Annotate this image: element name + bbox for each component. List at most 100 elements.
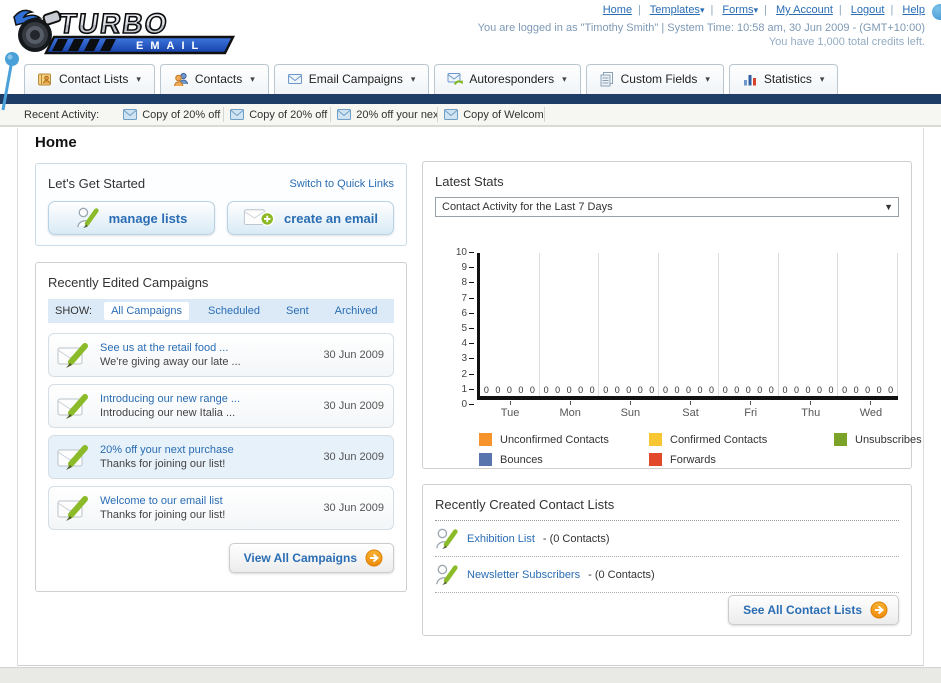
- legend-swatch: [649, 453, 662, 466]
- recent-activity-item[interactable]: Copy of Welcome to: [438, 107, 546, 122]
- top-nav-link[interactable]: Logout |: [851, 4, 900, 16]
- top-nav-link[interactable]: My Account |: [776, 4, 848, 16]
- main-tab[interactable]: Autoresponders ▾: [434, 64, 581, 94]
- session-line: You are logged in as "Timothy Smith" | S…: [477, 22, 925, 34]
- campaign-row[interactable]: 20% off your next purchase Thanks for jo…: [48, 435, 394, 479]
- recent-activity-item-label: Copy of Welcome to: [463, 108, 544, 121]
- top-nav-link-anchor[interactable]: Help: [902, 4, 925, 16]
- legend-label: Bounces: [500, 453, 543, 466]
- campaign-row[interactable]: Welcome to our email list Thanks for joi…: [48, 486, 394, 530]
- help-bubble-icon[interactable]: [932, 4, 941, 20]
- recent-activity-item-label: 20% off your next p: [356, 108, 439, 121]
- campaign-list: See us at the retail food ... We're givi…: [48, 333, 394, 530]
- turbo-email-logo: TURBO EMAIL: [8, 3, 240, 62]
- chart-zero-value-labels: 0 0 0 0 0: [722, 385, 774, 395]
- statistics-icon: [743, 75, 756, 86]
- create-email-button[interactable]: create an email: [227, 201, 394, 235]
- campaign-subtitle: Introducing our new Italia ...: [100, 407, 236, 419]
- view-all-campaigns-button[interactable]: View All Campaigns: [228, 543, 394, 573]
- contact-list-link[interactable]: Exhibition List: [467, 533, 535, 545]
- y-tick-label: 8: [461, 277, 467, 289]
- recent-activity-item[interactable]: 20% off your next p: [331, 107, 439, 122]
- x-tick-mark: [810, 401, 812, 405]
- x-axis-tick: Thu: [781, 400, 841, 419]
- legend-item: Confirmed Contacts: [649, 433, 834, 446]
- y-tick-mark: [469, 358, 474, 360]
- main-tab[interactable]: Contacts ▾: [159, 64, 269, 94]
- legend-item: Bounces: [479, 453, 649, 466]
- recent-activity-bar: Recent Activity: Copy of 20% off yo Copy…: [0, 104, 941, 127]
- x-tick-label: Sat: [682, 407, 699, 419]
- contact-list-row[interactable]: Exhibition List - (0 Contacts): [435, 521, 899, 557]
- envelope-pencil-icon: [57, 342, 88, 368]
- switch-quick-links-link[interactable]: Switch to Quick Links: [289, 178, 394, 190]
- chart-zero-value-labels: 0 0 0 0 0: [842, 385, 894, 395]
- top-nav-link-anchor[interactable]: Templates: [650, 4, 700, 16]
- chevron-down-icon: ▼: [884, 202, 893, 212]
- campaign-filter[interactable]: Sent: [279, 302, 316, 320]
- stats-report-select[interactable]: Contact Activity for the Last 7 Days ▼: [435, 197, 899, 217]
- session-info: You are logged in as "Timothy Smith" | S…: [478, 21, 925, 49]
- legend-swatch: [479, 433, 492, 446]
- nav-separator: |: [638, 4, 641, 16]
- top-nav-link-anchor[interactable]: Forms: [722, 4, 753, 16]
- main-tab[interactable]: Custom Fields ▾: [585, 64, 724, 94]
- main-tab[interactable]: Contact Lists ▾: [24, 64, 155, 94]
- top-nav: Home | Templates▾ | Forms▾ | My Account | Lo…: [603, 4, 925, 16]
- y-axis-tick: 8: [448, 276, 474, 289]
- manage-lists-button[interactable]: manage lists: [48, 201, 215, 235]
- recent-activity-item[interactable]: Copy of 20% off yo: [117, 107, 225, 122]
- campaign-filter[interactable]: All Campaigns: [104, 302, 189, 320]
- envelope-pencil-icon: [57, 495, 88, 521]
- envelope-icon: [230, 109, 245, 120]
- top-nav-link-anchor[interactable]: Home: [603, 4, 632, 16]
- custom-fields-icon: [600, 72, 613, 87]
- campaign-title-link[interactable]: Introducing our new range ...: [100, 392, 323, 406]
- x-tick-label: Fri: [744, 407, 758, 419]
- campaign-date: 30 Jun 2009: [323, 502, 384, 514]
- top-nav-link[interactable]: Templates▾ |: [650, 4, 720, 16]
- top-nav-link[interactable]: Forms▾ |: [722, 4, 773, 16]
- campaign-filter[interactable]: Scheduled: [201, 302, 267, 320]
- top-nav-link-anchor[interactable]: Logout: [851, 4, 885, 16]
- campaign-title-link[interactable]: 20% off your next purchase: [100, 443, 323, 457]
- x-axis-tick: Fri: [721, 400, 781, 419]
- campaign-title-link[interactable]: Welcome to our email list: [100, 494, 323, 508]
- envelope-icon: [123, 109, 138, 120]
- chart-day-column: 0 0 0 0 0: [659, 253, 719, 396]
- y-axis-tick: 7: [448, 292, 474, 305]
- y-tick-label: 5: [461, 322, 467, 334]
- y-tick-mark: [469, 297, 474, 299]
- see-all-contact-lists-button[interactable]: See All Contact Lists: [728, 595, 899, 625]
- top-nav-link[interactable]: Help: [902, 4, 925, 16]
- nav-separator: |: [710, 4, 714, 16]
- contacts-icon: [173, 72, 188, 87]
- campaign-date: 30 Jun 2009: [323, 451, 384, 463]
- y-tick-label: 1: [461, 383, 467, 395]
- contact-list-row[interactable]: Newsletter Subscribers - (0 Contacts): [435, 557, 899, 593]
- person-pencil-icon: [76, 207, 99, 229]
- recent-activity-item[interactable]: Copy of 20% off yo: [224, 107, 332, 122]
- logo-subtitle-text: EMAIL: [136, 40, 205, 52]
- y-axis-tick: 10: [448, 246, 474, 259]
- campaign-row[interactable]: Introducing our new range ... Introducin…: [48, 384, 394, 428]
- show-label: SHOW:: [55, 305, 93, 317]
- manage-lists-label: manage lists: [108, 210, 188, 226]
- x-tick-label: Sun: [620, 407, 641, 419]
- campaign-title-link[interactable]: See us at the retail food ...: [100, 341, 323, 355]
- legend-swatch: [649, 433, 662, 446]
- chevron-down-icon: ▾: [562, 73, 567, 84]
- y-axis-tick: 6: [448, 307, 474, 320]
- tab-label: Autoresponders: [469, 72, 555, 86]
- main-tab[interactable]: Statistics ▾: [728, 64, 839, 94]
- main-tab[interactable]: Email Campaigns ▾: [273, 64, 430, 94]
- envelope-pencil-icon: [57, 393, 88, 419]
- top-nav-link-anchor[interactable]: My Account: [776, 4, 833, 16]
- campaign-filter-bar: SHOW: All Campaigns Scheduled Sent Archi…: [48, 299, 394, 323]
- campaign-row[interactable]: See us at the retail food ... We're givi…: [48, 333, 394, 377]
- top-nav-link[interactable]: Home |: [603, 4, 647, 16]
- envelope-pencil-icon: [57, 444, 88, 470]
- campaign-filter[interactable]: Archived: [328, 302, 385, 320]
- person-pencil-icon: [436, 564, 458, 586]
- contact-list-link[interactable]: Newsletter Subscribers: [467, 569, 580, 581]
